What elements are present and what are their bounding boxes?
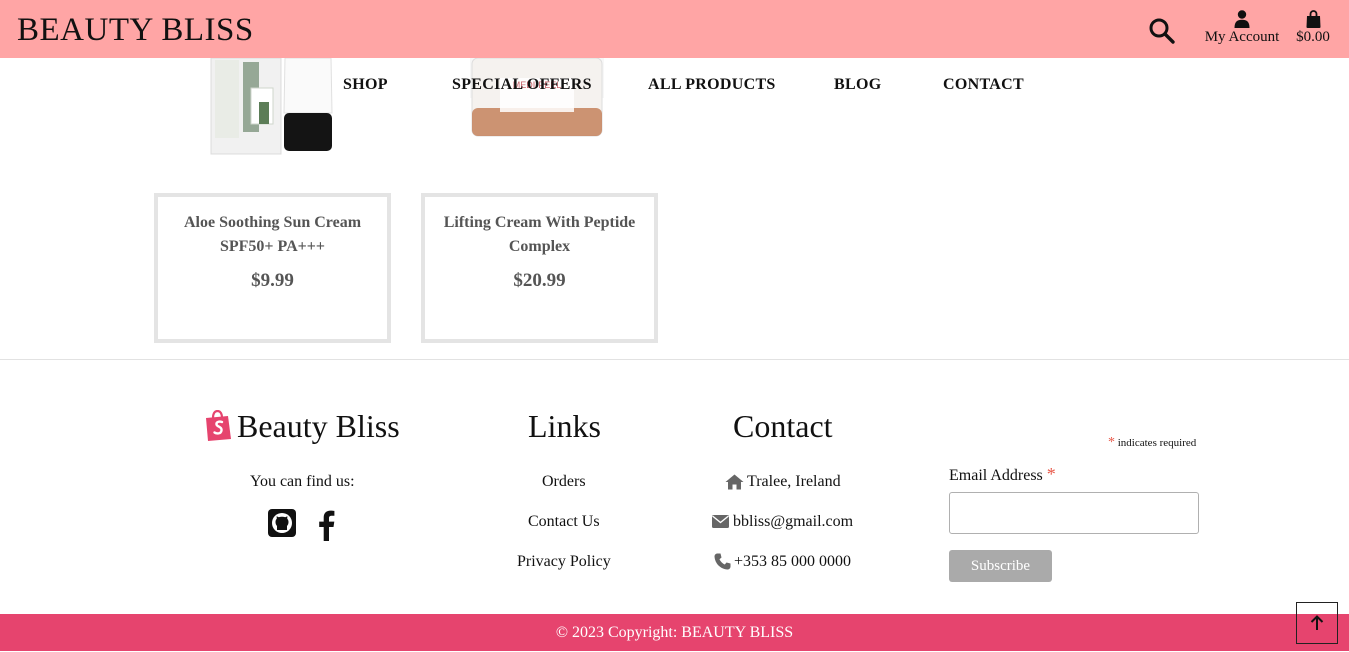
bag-total: $0.00	[1296, 29, 1330, 45]
main-navigation: SHOP SPECIAL OFFERS ALL PRODUCTS BLOG CO…	[0, 76, 1349, 98]
product-name[interactable]: Lifting Cream With Peptide Complex	[439, 211, 640, 259]
link-contact-us[interactable]: Contact Us	[528, 513, 600, 531]
required-note: * indicates required	[1108, 435, 1196, 451]
nav-special-offers[interactable]: SPECIAL OFFERS	[452, 76, 592, 94]
email-label-text: Email Address	[949, 467, 1043, 484]
link-orders[interactable]: Orders	[542, 473, 586, 491]
copyright-text: © 2023 Copyright: BEAUTY BLISS	[555, 624, 794, 641]
links-heading: Links	[528, 408, 601, 444]
back-to-top-button[interactable]	[1296, 602, 1338, 644]
nav-all-products[interactable]: ALL PRODUCTS	[648, 76, 776, 94]
envelope-icon	[712, 515, 729, 528]
home-icon	[725, 474, 744, 490]
email-address-input[interactable]	[949, 492, 1199, 534]
email-required-star: *	[1046, 464, 1056, 484]
top-header: BEAUTY BLISS My Account $0.00	[0, 0, 1349, 58]
github-link[interactable]	[268, 509, 296, 541]
product-card[interactable]: Aloe Soothing Sun Cream SPF50+ PA+++ $9.…	[154, 193, 391, 343]
required-star: *	[1108, 435, 1115, 450]
nav-blog[interactable]: BLOG	[834, 76, 881, 94]
copyright-bar: © 2023 Copyright: BEAUTY BLISS	[0, 614, 1349, 651]
footer-divider	[0, 359, 1349, 360]
required-note-text: indicates required	[1117, 437, 1197, 449]
user-icon	[1234, 10, 1250, 28]
contact-email[interactable]: bbliss@gmail.com	[733, 513, 853, 531]
shopping-bag-button[interactable]: $0.00	[1290, 10, 1336, 46]
my-account-button[interactable]: My Account	[1196, 10, 1288, 46]
product-price: $9.99	[251, 270, 294, 291]
nav-shop[interactable]: SHOP	[343, 76, 388, 94]
product-image-sun-cream[interactable]	[205, 58, 340, 158]
subscribe-button[interactable]: Subscribe	[949, 550, 1052, 582]
product-price: $20.99	[513, 270, 566, 291]
github-icon	[268, 509, 296, 537]
facebook-link[interactable]	[316, 509, 336, 545]
email-address-label: Email Address *	[949, 464, 1056, 485]
facebook-icon	[319, 510, 335, 541]
shopping-bag-icon	[1306, 10, 1320, 28]
contact-heading: Contact	[733, 408, 833, 444]
product-name[interactable]: Aloe Soothing Sun Cream SPF50+ PA+++	[172, 211, 373, 259]
arrow-up-icon	[1310, 615, 1324, 630]
search-button[interactable]	[1148, 17, 1176, 45]
product-image-peptide-cream[interactable]: MEDI-PEEL	[470, 58, 604, 142]
search-icon	[1149, 18, 1175, 44]
find-us-text: You can find us:	[250, 473, 355, 490]
link-privacy-policy[interactable]: Privacy Policy	[517, 553, 611, 571]
my-account-label: My Account	[1204, 29, 1280, 45]
product-card[interactable]: Lifting Cream With Peptide Complex $20.9…	[421, 193, 658, 343]
contact-address: Tralee, Ireland	[747, 473, 841, 490]
nav-contact[interactable]: CONTACT	[943, 76, 1024, 94]
phone-icon	[714, 553, 731, 570]
brand-logo-link[interactable]: BEAUTY BLISS	[17, 12, 254, 49]
shopify-bag-icon	[206, 410, 231, 441]
footer-brand-name: Beauty Bliss	[237, 408, 400, 444]
contact-phone[interactable]: +353 85 000 0000	[734, 553, 851, 571]
